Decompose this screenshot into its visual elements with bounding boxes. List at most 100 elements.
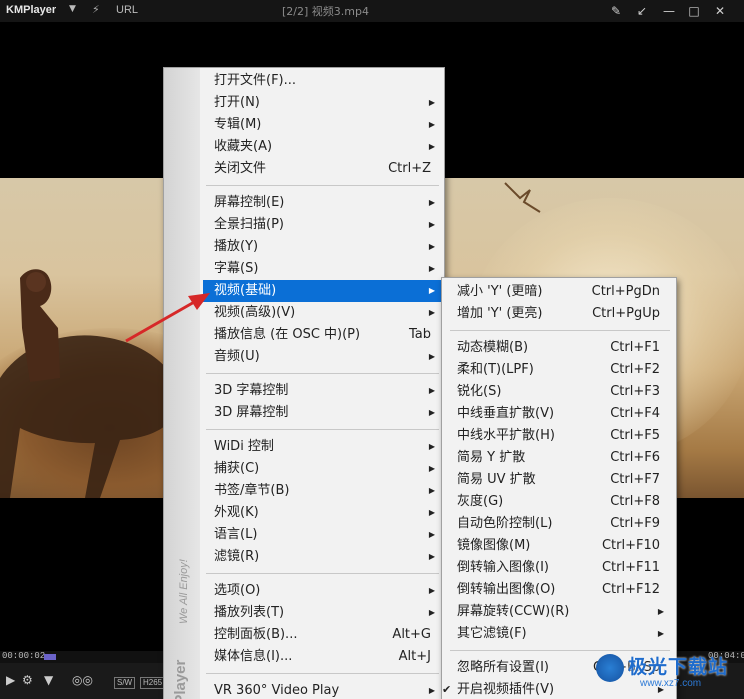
menu-item-playback[interactable]: 播放(Y) ▶ — [203, 236, 443, 258]
menu-item-bookmarks[interactable]: 书签/章节(B) ▶ — [203, 480, 443, 502]
video-basic-submenu: 减小 'Y' (更暗) Ctrl+PgDn 增加 'Y' (更亮) Ctrl+PgU… — [441, 277, 677, 699]
brand-text: KMPlayer — [172, 659, 189, 699]
app-logo[interactable]: KMPlayer — [6, 4, 56, 16]
menu-item-label: 灰度(G) — [457, 494, 504, 509]
menu-item-shortcut: Ctrl+F12 — [601, 582, 660, 597]
menu-item-3d-screen[interactable]: 3D 屏幕控制 ▶ — [203, 402, 443, 424]
submenu-item-other-filters[interactable]: 其它滤镜(F) ▶ — [446, 623, 672, 645]
menu-item-vr-360[interactable]: VR 360° Video Play ▶ — [203, 680, 443, 699]
maximize-icon[interactable]: □ — [684, 2, 704, 20]
menu-item-playlist[interactable]: 播放列表(T) ▶ — [203, 602, 443, 624]
menu-item-label: 关闭文件 — [214, 161, 267, 176]
submenu-item-flip-input[interactable]: 倒转输入图像(I) Ctrl+F11 — [446, 557, 672, 579]
submenu-item-vertical-spread[interactable]: 中线垂直扩散(V) Ctrl+F4 — [446, 403, 672, 425]
menu-item-filters[interactable]: 滤镜(R) ▶ — [203, 546, 443, 568]
menu-separator — [206, 573, 439, 574]
menu-item-label: 字幕(S) — [214, 261, 259, 276]
menu-item-label: 媒体信息(I)... — [214, 649, 293, 664]
menu-item-shortcut: Ctrl+PgUp — [592, 306, 660, 321]
mini-mode-icon[interactable]: ↙ — [632, 2, 652, 20]
submenu-item-rotate-ccw[interactable]: 屏幕旋转(CCW)(R) ▶ — [446, 601, 672, 623]
close-icon[interactable]: ✕ — [710, 2, 730, 20]
menu-item-close-file[interactable]: 关闭文件 Ctrl+Z — [203, 158, 443, 180]
watermark-logo-icon — [596, 654, 624, 682]
minimize-icon[interactable]: — — [659, 2, 679, 20]
menu-item-language[interactable]: 语言(L) ▶ — [203, 524, 443, 546]
url-button[interactable]: URL — [116, 4, 138, 16]
decoder-tag-sw[interactable]: S/W — [114, 677, 136, 689]
menu-item-skins[interactable]: 外观(K) ▶ — [203, 502, 443, 524]
submenu-item-simple-uv-spread[interactable]: 简易 UV 扩散 Ctrl+F7 — [446, 469, 672, 491]
submenu-item-auto-levels[interactable]: 自动色阶控制(L) Ctrl+F9 — [446, 513, 672, 535]
menu-item-video-advanced[interactable]: 视频(高级)(V) ▶ — [203, 302, 443, 324]
menu-item-shortcut: Ctrl+F11 — [601, 560, 660, 575]
menu-item-screen-control[interactable]: 屏幕控制(E) ▶ — [203, 192, 443, 214]
menu-item-options[interactable]: 选项(O) ▶ — [203, 580, 443, 602]
menu-item-label: 柔和(T)(LPF) — [457, 362, 534, 377]
menu-item-3d-subtitle[interactable]: 3D 字幕控制 ▶ — [203, 380, 443, 402]
menu-item-label: 中线垂直扩散(V) — [457, 406, 555, 421]
submenu-item-flip-output[interactable]: 倒转输出图像(O) Ctrl+F12 — [446, 579, 672, 601]
menu-item-widi[interactable]: WiDi 控制 ▶ — [203, 436, 443, 458]
window-title: [2/2] 视频3.mp4 — [282, 5, 369, 18]
menu-item-favorites[interactable]: 收藏夹(A) ▶ — [203, 136, 443, 158]
submenu-arrow-icon: ▶ — [428, 530, 435, 539]
menu-item-capture[interactable]: 捕获(C) ▶ — [203, 458, 443, 480]
menu-item-audio[interactable]: 音频(U) ▶ — [203, 346, 443, 368]
menu-item-label: 语言(L) — [214, 527, 258, 542]
submenu-item-sharpen[interactable]: 锐化(S) Ctrl+F3 — [446, 381, 672, 403]
menu-item-shortcut: Alt+G — [392, 627, 431, 642]
menu-item-open[interactable]: 打开(N) ▶ — [203, 92, 443, 114]
codec-tag-h265[interactable]: H265 — [140, 677, 166, 689]
menu-item-label: 书签/章节(B) — [214, 483, 290, 498]
menu-item-shortcut: Ctrl+F9 — [610, 516, 660, 531]
submenu-item-mirror[interactable]: 镜像图像(M) Ctrl+F10 — [446, 535, 672, 557]
menu-item-playback-info[interactable]: 播放信息 (在 OSC 中)(P) Tab — [203, 324, 443, 346]
play-icon[interactable]: ▶ — [6, 673, 15, 687]
menu-item-video-basic[interactable]: 视频(基础) ▶ — [203, 280, 443, 302]
3d-glasses-icon[interactable]: ▼ — [44, 673, 53, 687]
settings-gear-icon[interactable]: ⚙ — [22, 673, 33, 687]
menu-item-subtitles[interactable]: 字幕(S) ▶ — [203, 258, 443, 280]
site-watermark: 极光下载站 www.xz7.com — [596, 650, 740, 694]
submenu-item-decrease-y[interactable]: 减小 'Y' (更暗) Ctrl+PgDn — [446, 281, 672, 303]
submenu-item-increase-y[interactable]: 增加 'Y' (更亮) Ctrl+PgUp — [446, 303, 672, 325]
submenu-item-simple-y-spread[interactable]: 简易 Y 扩散 Ctrl+F6 — [446, 447, 672, 469]
menu-item-shortcut: Ctrl+F8 — [610, 494, 660, 509]
menu-separator — [450, 330, 670, 331]
submenu-item-grayscale[interactable]: 灰度(G) Ctrl+F8 — [446, 491, 672, 513]
vr-icon[interactable]: ◎◎ — [72, 673, 93, 687]
menu-item-label: 播放信息 (在 OSC 中)(P) — [214, 327, 361, 342]
menu-item-shortcut: Ctrl+F6 — [610, 450, 660, 465]
submenu-arrow-icon: ▶ — [428, 98, 435, 107]
menu-item-label: 播放列表(T) — [214, 605, 285, 620]
menu-item-label: 打开文件(F)... — [214, 73, 297, 88]
submenu-item-horizontal-spread[interactable]: 中线水平扩散(H) Ctrl+F5 — [446, 425, 672, 447]
menu-brand-tagline: We All Enjoy! — [178, 504, 198, 624]
submenu-arrow-icon: ▶ — [428, 608, 435, 617]
pin-icon[interactable]: ✎ — [606, 2, 626, 20]
menu-item-label: 滤镜(R) — [214, 549, 260, 564]
menu-item-pan-scan[interactable]: 全景扫描(P) ▶ — [203, 214, 443, 236]
lightning-icon[interactable]: ⚡ — [92, 3, 100, 16]
menu-item-label: 专辑(M) — [214, 117, 262, 132]
menu-item-label: 视频(高级)(V) — [214, 305, 296, 320]
brand-tagline: We All Enjoy! — [178, 559, 190, 624]
menu-item-shortcut: Ctrl+F2 — [610, 362, 660, 377]
submenu-arrow-icon: ▶ — [428, 198, 435, 207]
menu-item-label: 增加 'Y' (更亮) — [457, 306, 543, 321]
menu-item-label: 简易 UV 扩散 — [457, 472, 536, 487]
menu-item-open-file[interactable]: 打开文件(F)... — [203, 70, 443, 92]
menu-item-control-panel[interactable]: 控制面板(B)... Alt+G — [203, 624, 443, 646]
menu-item-album[interactable]: 专辑(M) ▶ — [203, 114, 443, 136]
submenu-arrow-icon: ▶ — [428, 686, 435, 695]
submenu-item-soften[interactable]: 柔和(T)(LPF) Ctrl+F2 — [446, 359, 672, 381]
menu-item-label: 倒转输出图像(O) — [457, 582, 556, 597]
submenu-arrow-icon: ▶ — [428, 386, 435, 395]
submenu-item-motion-blur[interactable]: 动态模糊(B) Ctrl+F1 — [446, 337, 672, 359]
menu-separator — [206, 673, 439, 674]
app-menu-chevron-icon[interactable]: ▼ — [69, 4, 76, 14]
progress-fill[interactable] — [44, 654, 56, 660]
checkmark-icon: ✔ — [442, 683, 452, 696]
menu-item-media-info[interactable]: 媒体信息(I)... Alt+J — [203, 646, 443, 668]
